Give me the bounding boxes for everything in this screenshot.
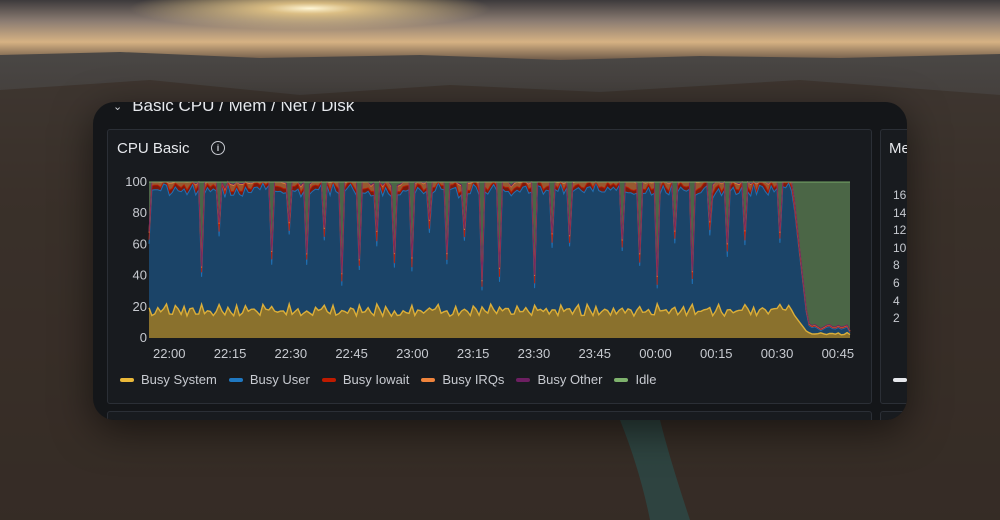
legend-label: Busy Iowait xyxy=(342,372,410,387)
legend-swatch xyxy=(321,377,336,382)
y-tick-label: 80 xyxy=(133,205,147,220)
x-tick-label: 00:15 xyxy=(700,346,733,361)
legend-item[interactable]: Busy User xyxy=(228,372,310,387)
panel2-ytick: 8 xyxy=(893,258,900,273)
x-tick-label: 23:00 xyxy=(396,346,429,361)
x-tick-label: 22:00 xyxy=(153,346,186,361)
legend-label: Busy User xyxy=(249,372,310,387)
panel2-title: Me xyxy=(889,140,907,157)
dashboard-window: ⌄ Basic CPU / Mem / Net / Disk CPU Basic… xyxy=(93,102,907,420)
panel2-ytick: 12 xyxy=(893,223,907,238)
legend-label: Idle xyxy=(635,372,657,387)
x-tick-label: 23:45 xyxy=(578,346,611,361)
legend-label: Busy System xyxy=(141,372,217,387)
legend-swatch xyxy=(228,377,243,382)
chevron-down-icon[interactable]: ⌄ xyxy=(113,102,122,113)
x-tick-label: 00:45 xyxy=(822,346,855,361)
legend-swatch xyxy=(516,377,531,382)
x-tick-label: 00:00 xyxy=(639,346,672,361)
panel2-ytick: 10 xyxy=(893,240,907,255)
legend-item[interactable]: Busy Iowait xyxy=(321,372,410,387)
panel2-ytick: 14 xyxy=(893,205,907,220)
y-tick-label: 0 xyxy=(140,330,147,345)
y-tick-label: 60 xyxy=(133,236,147,251)
row-header[interactable]: ⌄ Basic CPU / Mem / Net / Disk xyxy=(113,102,354,118)
legend-swatch xyxy=(614,377,629,382)
row-title: Basic CPU / Mem / Net / Disk xyxy=(132,102,355,115)
panel2-ytick: 2 xyxy=(893,311,900,326)
legend-swatch xyxy=(120,377,134,382)
legend-item[interactable]: Busy IRQs xyxy=(421,372,504,387)
cpu-chart[interactable]: 100 80 60 40 20 0 22:00 22:15 22:30 22:45 23:00 23:… xyxy=(108,130,871,370)
legend-item[interactable]: Busy System xyxy=(120,372,217,387)
legend-swatch xyxy=(893,378,907,382)
x-tick-label: 00:30 xyxy=(761,346,794,361)
next-panel xyxy=(107,411,872,420)
panel2-ytick: 4 xyxy=(893,293,900,308)
legend-label: Busy IRQs xyxy=(442,372,505,387)
x-tick-label: 22:45 xyxy=(335,346,368,361)
x-tick-label: 23:30 xyxy=(518,346,551,361)
x-tick-label: 22:15 xyxy=(214,346,247,361)
legend-label: Busy Other xyxy=(537,372,603,387)
x-tick-label: 22:30 xyxy=(275,346,308,361)
legend-swatch xyxy=(421,377,436,382)
x-tick-label: 23:15 xyxy=(457,346,490,361)
y-tick-label: 100 xyxy=(125,174,147,189)
next-panel-2 xyxy=(880,411,907,420)
chart-legend: Busy System Busy User Busy Iowait Busy IRQs… xyxy=(120,372,656,387)
panel2-ytick: 6 xyxy=(893,276,900,290)
y-tick-label: 40 xyxy=(133,268,147,283)
y-tick-label: 20 xyxy=(133,299,147,314)
memory-panel: Me 16 14 12 10 8 6 4 2 xyxy=(880,129,907,404)
panel2-ytick: 16 xyxy=(893,188,907,202)
legend-item[interactable]: Idle xyxy=(614,372,656,387)
cpu-basic-panel: CPU Basic i 100 80 60 40 20 0 22:00 22:15 22:30 2… xyxy=(107,129,872,404)
legend-item[interactable]: Busy Other xyxy=(516,372,602,387)
